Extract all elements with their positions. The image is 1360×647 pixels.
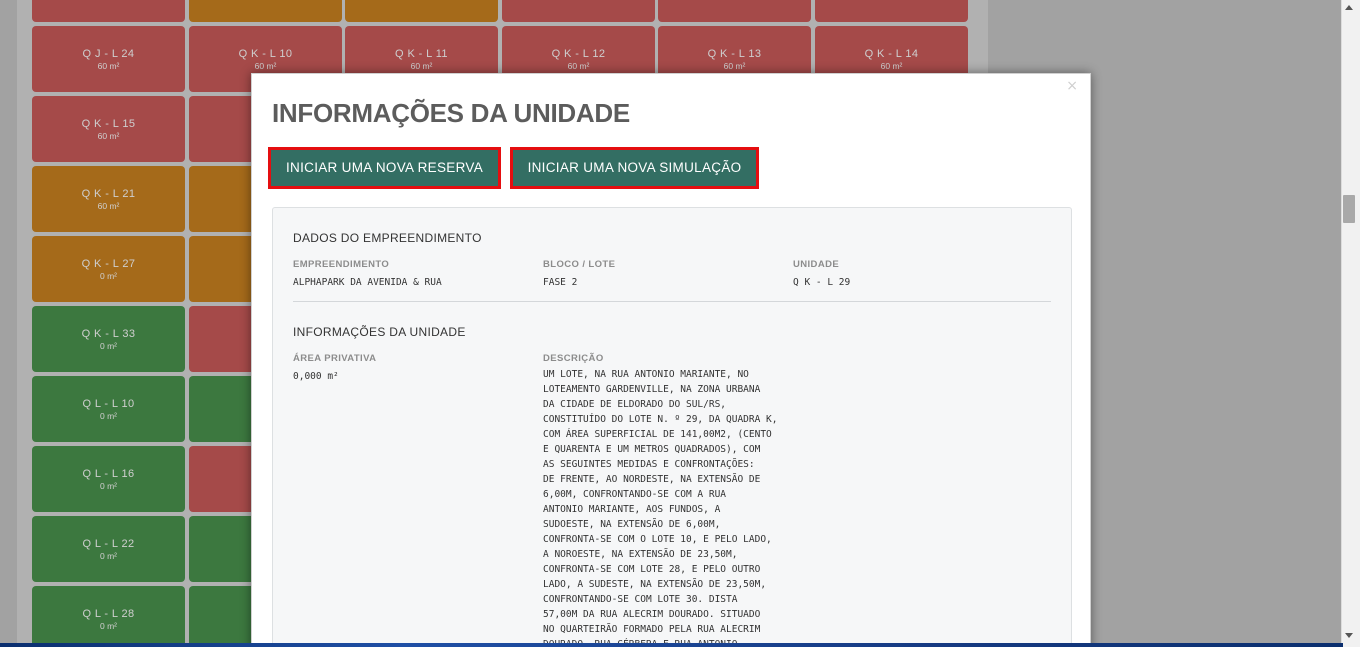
area-privativa-label: ÁREA PRIVATIVA: [293, 353, 377, 364]
empreendimento-label: EMPREENDIMENTO: [293, 259, 390, 270]
unidade-value: Q K - L 29: [793, 277, 851, 288]
scroll-up-arrow-icon[interactable]: [1345, 5, 1353, 10]
modal-title: INFORMAÇÕES DA UNIDADE: [272, 98, 630, 128]
empreendimento-value: ALPHAPARK DA AVENIDA & RUA: [293, 277, 442, 288]
info-card: DADOS DO EMPREENDIMENTO EMPREENDIMENTO A…: [272, 207, 1072, 647]
descricao-value: UM LOTE, NA RUA ANTONIO MARIANTE, NO LOT…: [543, 369, 778, 647]
section-title-unidade: INFORMAÇÕES DA UNIDADE: [293, 325, 466, 339]
section-divider: [293, 301, 1051, 302]
unidade-label: UNIDADE: [793, 259, 840, 270]
scrollbar-thumb[interactable]: [1343, 195, 1355, 223]
new-reservation-button[interactable]: INICIAR UMA NOVA RESERVA: [268, 147, 501, 189]
descricao-label: DESCRIÇÃO: [543, 353, 604, 364]
bloco-lote-value: FASE 2: [543, 277, 578, 288]
unit-info-modal: × INFORMAÇÕES DA UNIDADE INICIAR UMA NOV…: [251, 73, 1091, 647]
bloco-lote-label: BLOCO / LOTE: [543, 259, 616, 270]
taskbar-edge: [0, 643, 1343, 647]
area-privativa-value: 0,000 m²: [293, 371, 339, 382]
section-title-empreendimento: DADOS DO EMPREENDIMENTO: [293, 231, 482, 245]
scrollbar[interactable]: [1341, 0, 1360, 647]
close-icon[interactable]: ×: [1066, 78, 1078, 94]
scroll-down-arrow-icon[interactable]: [1345, 633, 1353, 638]
new-simulation-button[interactable]: INICIAR UMA NOVA SIMULAÇÃO: [510, 147, 759, 189]
